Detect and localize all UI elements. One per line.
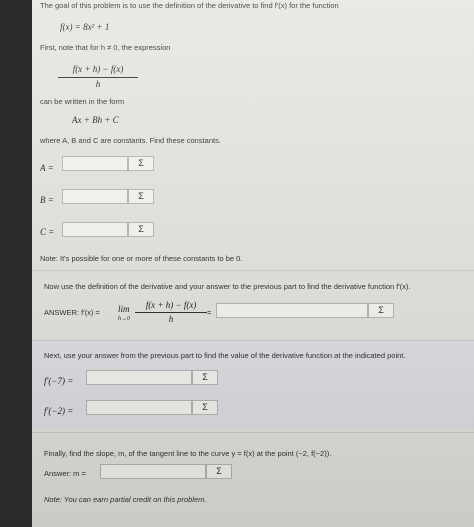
slope-sigma-button[interactable]: Σ [206, 464, 232, 479]
derivative-numerator: f(x + h) − f(x) [145, 300, 197, 310]
next-use-text: Next, use your answer from the previous … [44, 351, 406, 360]
point-1-label: f'(−7) = [44, 376, 74, 386]
point-2-input[interactable] [86, 400, 192, 415]
constant-b-label: B = [40, 195, 54, 205]
section-divider-3 [32, 432, 474, 433]
section-divider-1 [32, 270, 474, 271]
limit-subscript: h→0 [118, 316, 130, 322]
point-1-input[interactable] [86, 370, 192, 385]
partial-credit-note: Note: You can earn partial credit on thi… [44, 495, 207, 504]
slope-answer-label: Answer: m = [44, 469, 86, 478]
constant-a-label: A = [40, 163, 54, 173]
function-definition: f(x) = 8x² + 1 [60, 22, 110, 32]
point-2-label: f'(−2) = [44, 406, 74, 416]
quotient-denominator: h [95, 79, 101, 89]
derivative-equals: = [207, 308, 212, 317]
limit-symbol: lim [118, 304, 130, 314]
quotient-numerator: f(x + h) − f(x) [72, 64, 124, 74]
slope-input[interactable] [100, 464, 206, 479]
constant-a-input[interactable] [62, 156, 128, 171]
constant-b-sigma-button[interactable]: Σ [128, 189, 154, 204]
derivative-input[interactable] [216, 303, 368, 318]
constant-a-sigma-button[interactable]: Σ [128, 156, 154, 171]
constant-c-sigma-button[interactable]: Σ [128, 222, 154, 237]
written-in-form-text: can be written in the form [40, 97, 125, 106]
constant-b-input[interactable] [62, 189, 128, 204]
derivative-answer-label: ANSWER: f'(x) = [44, 308, 100, 317]
intro-text: The goal of this problem is to use the d… [40, 1, 339, 10]
difference-quotient: f(x + h) − f(x) h [58, 64, 138, 92]
derivative-denominator: h [168, 314, 174, 324]
section-divider-2 [32, 340, 474, 341]
constant-c-input[interactable] [62, 222, 128, 237]
constant-c-label: C = [40, 227, 55, 237]
now-use-text: Now use the definition of the derivative… [44, 282, 411, 291]
first-note: First, note that for h ≠ 0, the expressi… [40, 43, 171, 52]
where-text: where A, B and C are constants. Find the… [40, 136, 221, 145]
zero-constants-note: Note: It's possible for one or more of t… [40, 254, 243, 263]
linear-form: Ax + Bh + C [72, 115, 119, 125]
finally-text: Finally, find the slope, m, of the tange… [44, 449, 332, 458]
point-2-sigma-button[interactable]: Σ [192, 400, 218, 415]
derivative-sigma-button[interactable]: Σ [368, 303, 394, 318]
derivative-quotient: f(x + h) − f(x) h [135, 300, 207, 328]
point-1-sigma-button[interactable]: Σ [192, 370, 218, 385]
